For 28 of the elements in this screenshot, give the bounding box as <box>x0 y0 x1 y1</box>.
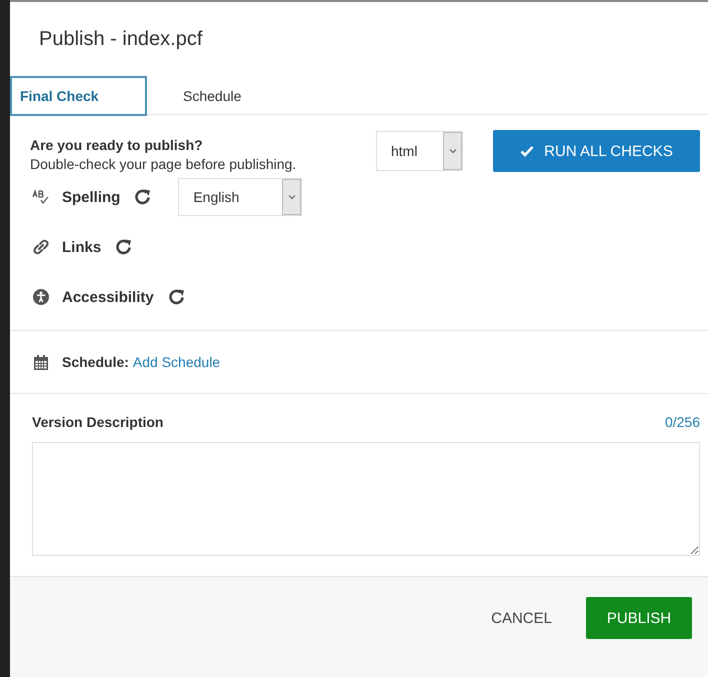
caret-icon <box>282 179 302 215</box>
calendar-icon <box>34 354 48 370</box>
format-select[interactable]: html <box>376 131 463 171</box>
tab[interactable]: Schedule <box>147 76 267 116</box>
refresh-icon[interactable] <box>115 238 134 256</box>
publish-button[interactable]: PUBLISH <box>586 597 692 639</box>
tab[interactable]: Final Check <box>10 76 147 116</box>
intro-heading: Are you ready to publish? <box>30 137 204 153</box>
check-icon <box>520 145 534 157</box>
refresh-icon[interactable] <box>134 188 152 206</box>
link-icon <box>32 238 50 256</box>
dialog-title: Publish - index.pcf <box>38 27 204 52</box>
add-schedule-link[interactable]: Add Schedule <box>132 354 220 370</box>
check-label: Accessibility <box>62 288 154 306</box>
cancel-button[interactable]: CANCEL <box>485 597 558 639</box>
language-select[interactable]: English <box>178 178 302 216</box>
version-description-field[interactable] <box>32 442 700 556</box>
caret-icon <box>443 132 462 170</box>
version-description-label: Version Description <box>32 414 164 430</box>
accessibility-icon <box>32 288 50 306</box>
check-label: Spelling <box>62 188 120 206</box>
spell-check-icon <box>32 189 50 205</box>
run-all-checks-button[interactable]: RUN ALL CHECKS <box>493 130 700 172</box>
intro-text: Double-check your page before publishing. <box>30 156 298 172</box>
refresh-icon[interactable] <box>168 288 186 306</box>
schedule-label: Schedule: <box>62 354 129 370</box>
character-counter: 0/256 <box>664 414 700 430</box>
check-label: Links <box>62 238 102 256</box>
